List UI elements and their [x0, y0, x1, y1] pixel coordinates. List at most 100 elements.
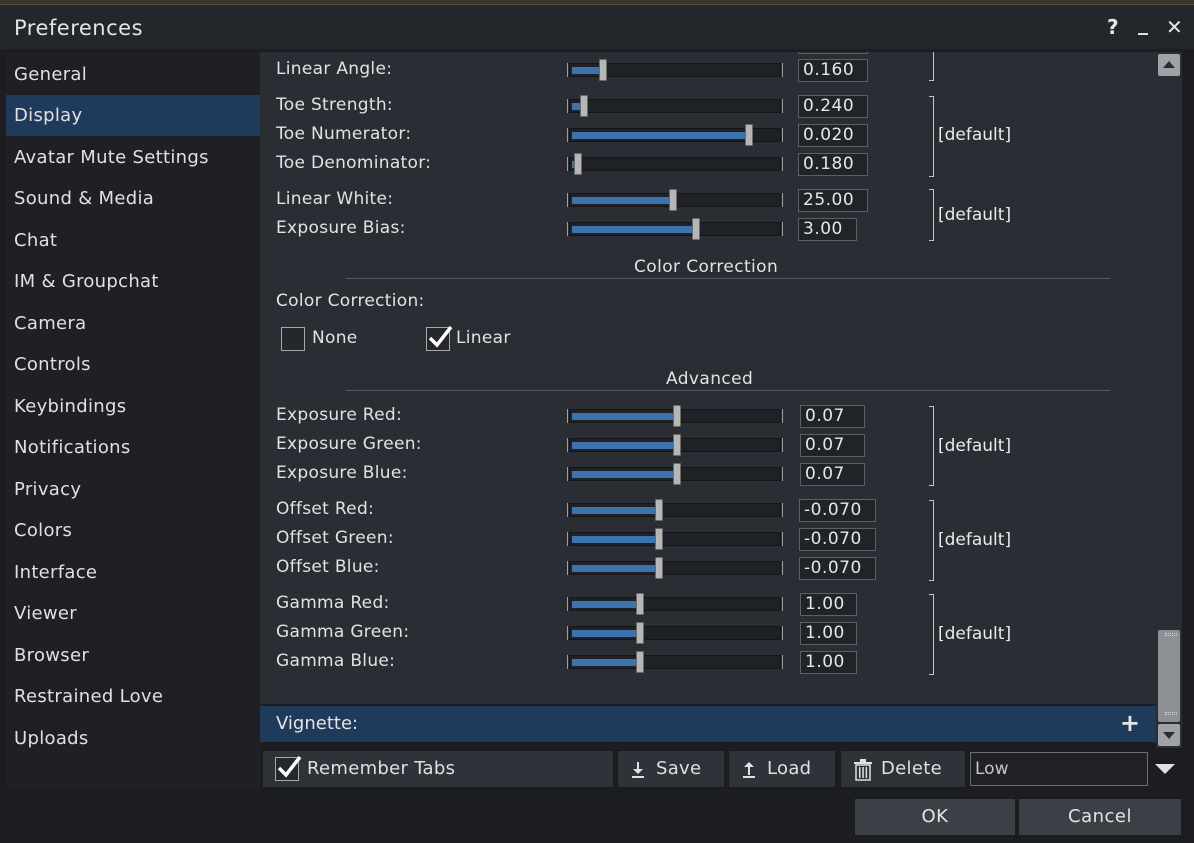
exposure-blue-slider[interactable]	[567, 463, 783, 485]
exposure-red-value[interactable]: 0.07	[800, 405, 865, 428]
remember-tabs-checkbox[interactable]	[275, 755, 302, 781]
load-preset-button[interactable]: Load	[728, 750, 836, 788]
toe-denominator-value[interactable]: 0.180	[798, 153, 868, 176]
slider-thumb[interactable]	[673, 405, 681, 427]
slider-fill	[572, 471, 677, 478]
toe-strength-value[interactable]: 0.240	[798, 95, 868, 118]
offset-rgb-default-button[interactable]: [default]	[938, 530, 1011, 550]
panel-scrollbar[interactable]	[1156, 52, 1182, 748]
sidebar-item-keybindings[interactable]: Keybindings	[6, 386, 260, 427]
slider-thumb[interactable]	[745, 124, 753, 146]
offset-blue-value[interactable]: -0.070	[799, 557, 876, 580]
exposure-rgb-default-button[interactable]: [default]	[938, 436, 1011, 456]
delete-preset-button[interactable]: Delete	[840, 750, 966, 788]
gamma-blue-value[interactable]: 1.00	[800, 651, 857, 674]
exposure-red-slider[interactable]	[567, 405, 783, 427]
offset-blue-slider[interactable]	[567, 557, 783, 579]
gamma-rgb-default-button[interactable]: [default]	[938, 624, 1011, 644]
sidebar-item-colors[interactable]: Colors	[6, 510, 260, 551]
linear-white-value[interactable]: 25.00	[798, 189, 868, 212]
toe-strength-label: Toe Strength:	[276, 95, 393, 115]
linear-angle-slider[interactable]	[567, 59, 783, 81]
gamma-blue-slider[interactable]	[567, 651, 783, 673]
sidebar-item-restrained-love[interactable]: Restrained Love	[6, 676, 260, 717]
load-label: Load	[767, 758, 812, 779]
dropdown-arrow-icon[interactable]	[1154, 762, 1176, 776]
sidebar-item-notifications[interactable]: Notifications	[6, 427, 260, 468]
preset-select[interactable]: Low	[970, 752, 1148, 786]
linear-white-slider[interactable]	[567, 189, 783, 211]
gamma-green-value[interactable]: 1.00	[800, 622, 857, 645]
gamma-green-slider[interactable]	[567, 622, 783, 644]
scroll-up-button[interactable]	[1158, 54, 1180, 76]
slider-fill	[572, 442, 677, 449]
sidebar-item-privacy[interactable]: Privacy	[6, 469, 260, 510]
slider-thumb[interactable]	[574, 153, 582, 175]
sidebar-item-avatar-mute-settings[interactable]: Avatar Mute Settings	[6, 137, 260, 178]
slider-thumb[interactable]	[655, 499, 663, 521]
display-settings-panel: Linear Angle: 0.160 Toe Strength: 0.240 …	[260, 52, 1156, 704]
offset-green-slider[interactable]	[567, 528, 783, 550]
toe-strength-slider[interactable]	[567, 95, 783, 117]
slider-thumb[interactable]	[692, 218, 700, 240]
sidebar-item-im-groupchat[interactable]: IM & Groupchat	[6, 261, 260, 302]
ok-button[interactable]: OK	[854, 798, 1016, 836]
gamma-red-value[interactable]: 1.00	[800, 593, 857, 616]
exposure-bias-slider[interactable]	[567, 218, 783, 240]
slider-thumb[interactable]	[655, 528, 663, 550]
exposure-bias-label: Exposure Bias:	[276, 218, 406, 238]
slider-thumb[interactable]	[673, 463, 681, 485]
slider-thumb[interactable]	[669, 189, 677, 211]
section-divider	[346, 278, 1110, 279]
slider-thumb[interactable]	[636, 651, 644, 673]
sidebar-item-browser[interactable]: Browser	[6, 635, 260, 676]
slider-thumb[interactable]	[580, 95, 588, 117]
sidebar-item-chat[interactable]: Chat	[6, 220, 260, 261]
slider-thumb[interactable]	[599, 59, 607, 81]
exposure-default-button[interactable]: [default]	[938, 205, 1011, 225]
expand-plus-icon[interactable]: +	[1120, 709, 1140, 737]
help-icon[interactable]: ?	[1107, 17, 1119, 37]
save-preset-button[interactable]: Save	[617, 750, 725, 788]
cancel-button[interactable]: Cancel	[1018, 798, 1182, 836]
scroll-thumb[interactable]	[1158, 630, 1180, 722]
minimize-icon[interactable]: _	[1138, 13, 1148, 33]
slider-thumb[interactable]	[636, 593, 644, 615]
exposure-bias-value[interactable]: 3.00	[798, 218, 857, 241]
exposure-green-slider[interactable]	[567, 434, 783, 456]
toe-default-button[interactable]: [default]	[938, 125, 1011, 145]
sidebar-item-general[interactable]: General	[6, 54, 260, 95]
exposure-blue-value[interactable]: 0.07	[800, 463, 865, 486]
exposure-green-value[interactable]: 0.07	[800, 434, 865, 457]
toe-numerator-slider[interactable]	[567, 124, 783, 146]
slider-thumb[interactable]	[636, 622, 644, 644]
toe-denominator-slider[interactable]	[567, 153, 783, 175]
offset-green-value[interactable]: -0.070	[799, 528, 876, 551]
linear-label: Linear	[456, 328, 511, 348]
sidebar-item-interface[interactable]: Interface	[6, 552, 260, 593]
sidebar-item-viewer[interactable]: Viewer	[6, 593, 260, 634]
sidebar-item-uploads[interactable]: Uploads	[6, 718, 260, 759]
sidebar-item-controls[interactable]: Controls	[6, 344, 260, 385]
slider-thumb[interactable]	[655, 557, 663, 579]
vignette-accordion-header[interactable]: Vignette: +	[260, 706, 1156, 742]
offset-red-label: Offset Red:	[276, 499, 375, 519]
slider-thumb[interactable]	[673, 434, 681, 456]
slider-fill	[572, 197, 673, 204]
close-icon[interactable]: ✕	[1166, 17, 1183, 37]
remember-tabs-toggle[interactable]: Remember Tabs	[262, 750, 614, 788]
sidebar-item-sound-media[interactable]: Sound & Media	[6, 178, 260, 219]
scroll-down-button[interactable]	[1158, 724, 1180, 746]
linear-checkbox[interactable]	[426, 325, 453, 351]
none-checkbox[interactable]	[281, 327, 305, 351]
offset-red-value[interactable]: -0.070	[799, 499, 876, 522]
gamma-red-slider[interactable]	[567, 593, 783, 615]
trash-icon	[854, 759, 872, 781]
linear-angle-value[interactable]: 0.160	[798, 59, 868, 82]
sidebar-item-display[interactable]: Display	[6, 95, 260, 136]
toe-numerator-value[interactable]: 0.020	[798, 124, 868, 147]
offset-red-slider[interactable]	[567, 499, 783, 521]
category-sidebar: General Display Avatar Mute Settings Sou…	[6, 52, 260, 789]
sidebar-item-camera[interactable]: Camera	[6, 303, 260, 344]
slider-fill	[572, 536, 659, 543]
